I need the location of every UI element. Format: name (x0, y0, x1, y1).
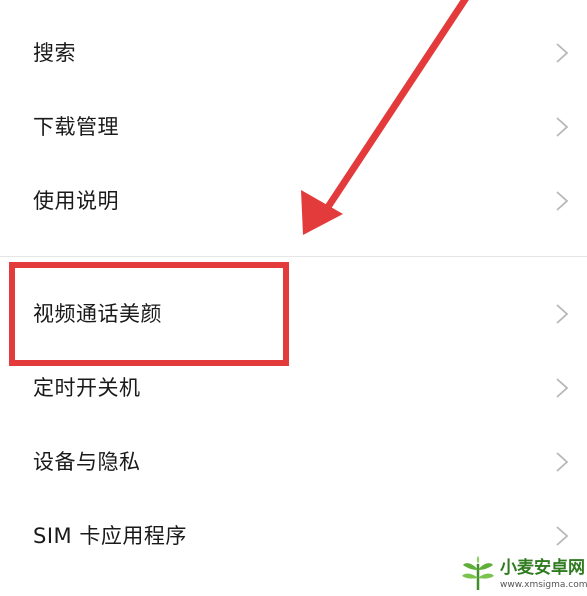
section-divider (0, 256, 587, 257)
settings-item-label: 视频通话美颜 (33, 302, 162, 326)
settings-item-scheduled-power[interactable]: 定时开关机 (0, 358, 587, 418)
settings-item-label: SIM 卡应用程序 (33, 524, 187, 548)
settings-item-label: 设备与隐私 (33, 450, 141, 474)
settings-item-download-management[interactable]: 下载管理 (0, 97, 587, 157)
settings-item-label: 使用说明 (33, 189, 119, 213)
chevron-right-icon (555, 303, 569, 325)
settings-item-search[interactable]: 搜索 (0, 23, 587, 83)
chevron-right-icon (555, 190, 569, 212)
chevron-right-icon (555, 42, 569, 64)
sprout-logo-icon (462, 556, 494, 590)
chevron-right-icon (555, 525, 569, 547)
settings-item-label: 搜索 (33, 41, 76, 65)
watermark-name: 小麦安卓网 (500, 558, 585, 578)
settings-item-device-privacy[interactable]: 设备与隐私 (0, 432, 587, 492)
settings-item-label: 下载管理 (33, 115, 119, 139)
chevron-right-icon (555, 116, 569, 138)
watermark: 小麦安卓网 www.xmsigma.com (456, 552, 587, 596)
chevron-right-icon (555, 451, 569, 473)
settings-list: 搜索 下载管理 使用说明 视频通话美颜 定时开关机 设备与隐私 SIM 卡应用程… (0, 0, 587, 596)
settings-item-user-guide[interactable]: 使用说明 (0, 171, 587, 231)
chevron-right-icon (555, 377, 569, 399)
watermark-url: www.xmsigma.com (500, 580, 587, 590)
settings-item-video-call-beauty[interactable]: 视频通话美颜 (0, 284, 587, 344)
settings-item-label: 定时开关机 (33, 376, 141, 400)
